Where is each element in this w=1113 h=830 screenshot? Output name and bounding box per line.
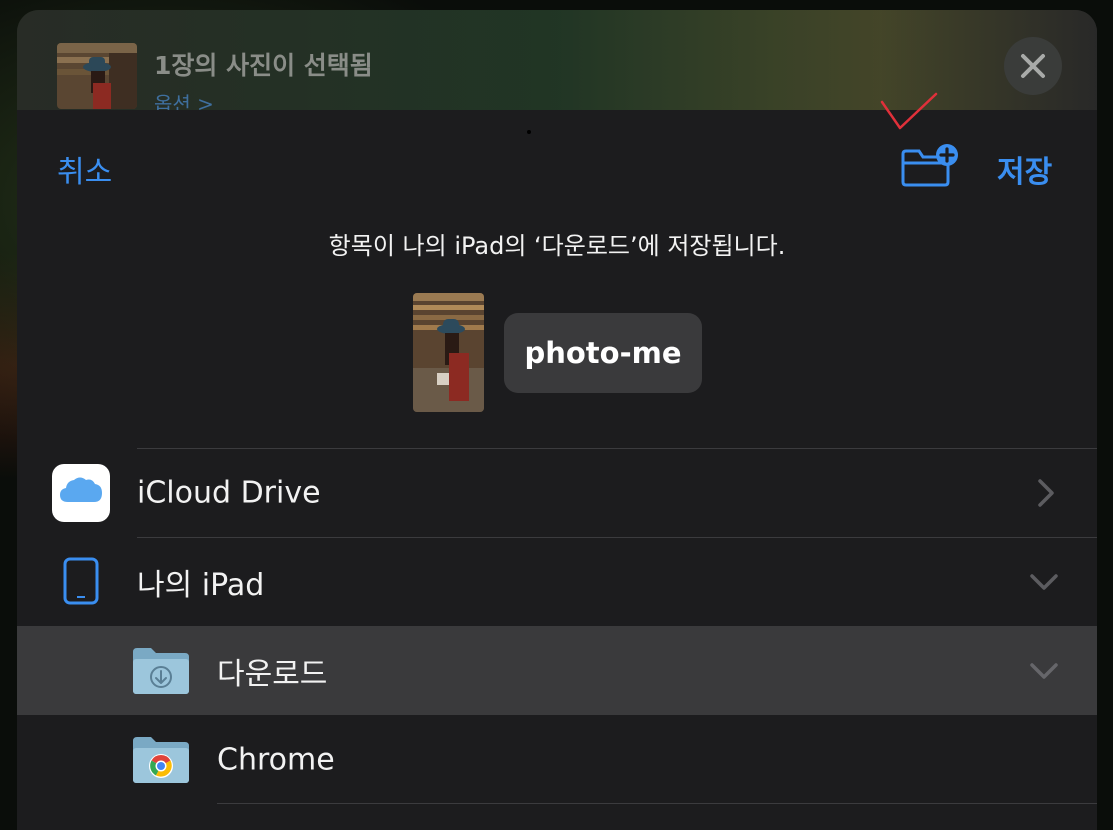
location-label: 나의 iPad [137,567,265,603]
location-label: 다운로드 [217,656,328,692]
location-row-chrome[interactable]: Chrome [17,715,1097,804]
chrome-folder-icon [133,737,189,783]
cancel-button[interactable]: 취소 [57,147,112,191]
close-icon [1021,54,1045,78]
chevron-down-icon [1030,573,1058,590]
filename-field[interactable]: photo-me [504,313,702,393]
selected-photo-thumbnail [57,43,137,109]
ipad-icon [63,557,99,605]
location-row-icloud-drive[interactable]: iCloud Drive [17,448,1097,537]
save-button[interactable]: 저장 [997,147,1052,191]
speck [527,130,531,134]
location-label: iCloud Drive [137,475,321,510]
location-label: Chrome [217,742,335,777]
chevron-right-icon [1038,478,1054,507]
save-destination-message: 항목이 나의 iPad의 ‘다운로드’에 저장됩니다. [328,232,786,260]
chevron-down-icon [1030,662,1058,679]
divider [217,803,1097,804]
annotation-checkmark-icon [880,92,938,130]
icloud-icon [52,464,110,522]
save-to-files-sheet: 취소 저장 항목이 나의 iPad의 ‘다운로드’에 저장됩니다. photo-… [17,110,1097,830]
new-folder-icon [901,144,958,187]
close-button[interactable] [1004,37,1062,95]
location-row-downloads[interactable]: 다운로드 [17,626,1097,715]
downloads-folder-icon [133,648,189,694]
new-folder-button[interactable] [901,144,959,188]
file-thumbnail [413,293,484,412]
location-row-my-ipad[interactable]: 나의 iPad [17,537,1097,626]
share-title: 1장의 사진이 선택됨 [154,51,373,80]
